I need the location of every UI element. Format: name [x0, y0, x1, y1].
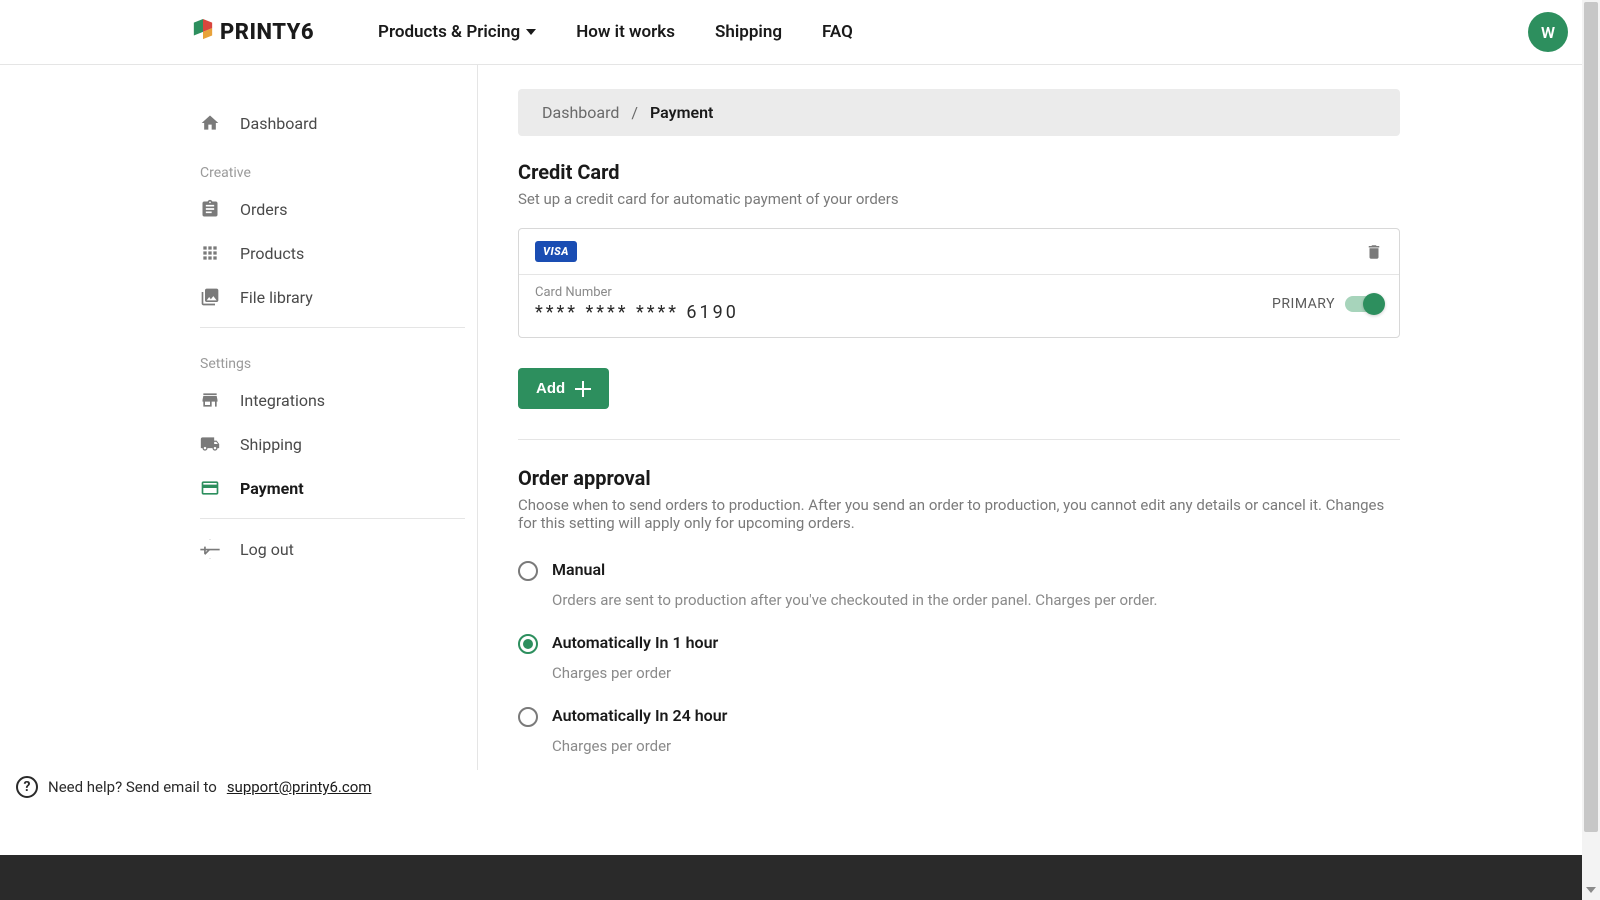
- nav-products-label: Products & Pricing: [378, 22, 520, 42]
- logout-icon: [200, 539, 220, 559]
- plus-icon: [575, 381, 591, 397]
- sidebar-divider: [200, 327, 465, 328]
- sidebar-item-integrations[interactable]: Integrations: [200, 378, 465, 422]
- primary-card-toggle[interactable]: PRIMARY: [1272, 296, 1383, 312]
- help-text: Need help? Send email to: [48, 778, 217, 796]
- breadcrumb-root[interactable]: Dashboard: [542, 103, 619, 122]
- nav-products-pricing[interactable]: Products & Pricing: [378, 22, 536, 42]
- sidebar-item-orders[interactable]: Orders: [200, 187, 465, 231]
- sidebar: Dashboard Creative Orders Products File …: [0, 65, 478, 770]
- collections-icon: [200, 287, 220, 307]
- sidebar-divider: [200, 518, 465, 519]
- sidebar-item-log-out[interactable]: Log out: [200, 527, 465, 571]
- sidebar-section-settings: Settings: [200, 336, 465, 378]
- option-label: Manual: [552, 560, 605, 579]
- option-label: Automatically In 24 hour: [552, 706, 727, 725]
- credit-card-icon: [200, 478, 220, 498]
- radio-icon: [518, 707, 538, 727]
- sidebar-label: Log out: [240, 540, 294, 559]
- approval-option-auto-24h[interactable]: Automatically In 24 hour: [518, 698, 1400, 727]
- nav-shipping[interactable]: Shipping: [715, 22, 782, 42]
- option-label: Automatically In 1 hour: [552, 633, 718, 652]
- order-approval-title: Order approval: [518, 466, 1400, 490]
- approval-option-auto-1h[interactable]: Automatically In 1 hour: [518, 625, 1400, 654]
- radio-icon: [518, 561, 538, 581]
- help-icon: ?: [16, 776, 38, 798]
- radio-icon: [518, 634, 538, 654]
- order-approval-options: Manual Orders are sent to production aft…: [518, 552, 1400, 770]
- main-content: Dashboard / Payment Credit Card Set up a…: [478, 65, 1600, 770]
- sidebar-item-file-library[interactable]: File library: [200, 275, 465, 319]
- breadcrumb: Dashboard / Payment: [518, 89, 1400, 136]
- order-approval-desc: Choose when to send orders to production…: [518, 496, 1400, 532]
- toggle-switch-icon: [1345, 296, 1383, 312]
- primary-label: PRIMARY: [1272, 296, 1335, 312]
- add-button-label: Add: [536, 380, 565, 397]
- support-email-link[interactable]: support@printy6.com: [227, 778, 372, 796]
- logo-mark-icon: [192, 19, 214, 45]
- credit-card-title: Credit Card: [518, 160, 1400, 184]
- truck-icon: [200, 434, 220, 454]
- breadcrumb-current: Payment: [650, 103, 713, 122]
- grid-icon: [200, 243, 220, 263]
- home-icon: [200, 113, 220, 133]
- brand-name: PRINTY6: [220, 20, 314, 45]
- clipboard-icon: [200, 199, 220, 219]
- approval-option-manual[interactable]: Manual: [518, 552, 1400, 581]
- sidebar-item-payment[interactable]: Payment: [200, 466, 465, 510]
- sidebar-label: Dashboard: [240, 114, 317, 133]
- nav-faq[interactable]: FAQ: [822, 22, 853, 42]
- sidebar-label: File library: [240, 288, 313, 307]
- sidebar-label: Products: [240, 244, 304, 263]
- brand-logo[interactable]: PRINTY6: [192, 19, 314, 45]
- nav-how-it-works[interactable]: How it works: [576, 22, 675, 42]
- option-desc: Charges per order: [518, 731, 1400, 767]
- breadcrumb-sep: /: [631, 103, 638, 122]
- sidebar-item-dashboard[interactable]: Dashboard: [200, 101, 465, 145]
- help-bar: ? Need help? Send email to support@print…: [0, 764, 1600, 810]
- scroll-down-icon[interactable]: [1585, 884, 1597, 896]
- sidebar-label: Integrations: [240, 391, 325, 410]
- sidebar-label: Payment: [240, 479, 304, 498]
- sidebar-label: Shipping: [240, 435, 302, 454]
- section-divider: [518, 439, 1400, 440]
- card-number-value: **** **** **** 6190: [535, 302, 739, 323]
- sidebar-label: Orders: [240, 200, 287, 219]
- scrollbar-thumb[interactable]: [1584, 2, 1598, 832]
- saved-card: VISA Card Number **** **** **** 6190 PRI…: [518, 228, 1400, 338]
- user-avatar[interactable]: W: [1528, 12, 1568, 52]
- app-header: PRINTY6 Products & Pricing How it works …: [0, 0, 1600, 65]
- main-nav: Products & Pricing How it works Shipping…: [378, 22, 853, 42]
- add-card-button[interactable]: Add: [518, 368, 609, 409]
- store-icon: [200, 390, 220, 410]
- sidebar-item-shipping[interactable]: Shipping: [200, 422, 465, 466]
- option-desc: Orders are sent to production after you'…: [518, 585, 1400, 621]
- option-desc: Charges per order: [518, 658, 1400, 694]
- credit-card-desc: Set up a credit card for automatic payme…: [518, 190, 1400, 208]
- sidebar-section-creative: Creative: [200, 145, 465, 187]
- sidebar-item-products[interactable]: Products: [200, 231, 465, 275]
- card-number-label: Card Number: [535, 285, 739, 300]
- scrollbar[interactable]: [1582, 0, 1600, 900]
- delete-card-icon[interactable]: [1365, 243, 1383, 261]
- footer: [0, 855, 1600, 900]
- chevron-down-icon: [526, 29, 536, 35]
- card-brand-badge: VISA: [535, 241, 577, 262]
